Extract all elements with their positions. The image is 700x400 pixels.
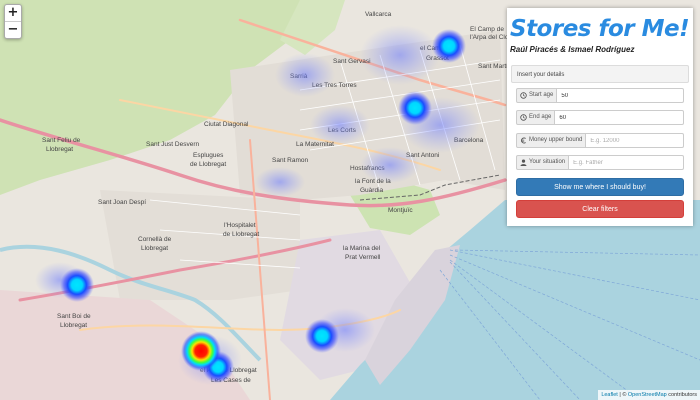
place-label: Montjuïc [388, 207, 413, 214]
app-title: Stores for Me! [510, 16, 690, 42]
situation-label: Your situation [529, 159, 566, 165]
place-label: de Llobregat [190, 161, 226, 168]
heat-spot-santboi [60, 268, 94, 302]
start-age-field: Start age [516, 88, 684, 103]
filter-panel: Stores for Me! Raúl Piracés & Ismael Rod… [507, 8, 693, 226]
place-label: Sant Feliu de [42, 137, 81, 144]
map-attribution: Leaflet | © OpenStreetMap contributors [598, 390, 700, 400]
place-label: Sant Martí [478, 63, 508, 70]
heat-spot-zonafranca [305, 319, 339, 353]
situation-input[interactable] [569, 155, 684, 170]
end-age-addon: End age [516, 110, 556, 125]
zoom-in-button[interactable]: + [5, 5, 21, 21]
place-label: de Llobregat [223, 231, 259, 238]
authors: Raúl Piracés & Ismael Rodríguez [510, 45, 635, 54]
place-label: Sant Ramon [272, 157, 309, 164]
place-label: Vallcarca [365, 11, 392, 18]
place-label: Guàrdia [360, 187, 384, 194]
place-label: El Camp de [470, 26, 504, 33]
heat-faint-gracia [360, 25, 440, 85]
end-age-input[interactable] [555, 110, 684, 125]
euro-icon [521, 137, 526, 144]
heat-faint-santsantoni [360, 147, 420, 183]
attribution-contributors: contributors [666, 392, 697, 398]
money-input[interactable] [586, 133, 684, 148]
start-age-addon: Start age [516, 88, 558, 103]
clock-icon [520, 92, 527, 99]
leaflet-link[interactable]: Leaflet [601, 392, 618, 398]
money-label: Money upper bound [529, 137, 583, 143]
money-field: Money upper bound [516, 133, 684, 148]
money-addon: Money upper bound [516, 133, 587, 148]
place-label: Llobregat [60, 322, 87, 329]
heat-faint-hospitalet [255, 167, 305, 197]
place-label: Prat Vermell [345, 254, 381, 261]
place-label: Ciutat Diagonal [204, 121, 249, 128]
osm-link[interactable]: OpenStreetMap [628, 392, 667, 398]
attribution-separator: | © [617, 392, 628, 398]
place-label: Esplugues [193, 152, 224, 159]
place-label: la Marina del [343, 245, 381, 252]
start-age-input[interactable] [557, 88, 684, 103]
place-label: Sant Boi de [57, 313, 91, 320]
situation-field: Your situation [516, 155, 684, 170]
heat-spot-grassot [432, 29, 466, 63]
show-stores-button[interactable]: Show me where I should buy! [516, 178, 684, 196]
heat-faint-corts [310, 105, 370, 145]
end-age-field: End age [516, 110, 684, 125]
situation-addon: Your situation [516, 155, 570, 170]
place-label: Llobregat [141, 245, 168, 252]
place-label: l'Hospitalet [224, 222, 256, 229]
heat-faint-sarria [275, 53, 335, 97]
clear-filters-button[interactable]: Clear filters [516, 200, 684, 218]
place-label: Cornellà de [138, 236, 172, 243]
heat-spot-prat-hot [181, 331, 221, 371]
section-header: Insert your details [511, 65, 689, 83]
zoom-out-button[interactable]: − [5, 21, 21, 38]
user-icon [520, 159, 527, 166]
clock-icon [520, 114, 527, 121]
place-label: Sant Joan Despí [98, 199, 146, 206]
zoom-control: + − [4, 4, 22, 39]
place-label: l'Arpa del Clot [470, 34, 510, 41]
heat-spot-eixample [398, 91, 432, 125]
place-label: Sant Just Desvern [146, 141, 199, 148]
place-label: Llobregat [46, 146, 73, 153]
start-age-label: Start age [529, 92, 554, 98]
end-age-label: End age [529, 114, 552, 120]
